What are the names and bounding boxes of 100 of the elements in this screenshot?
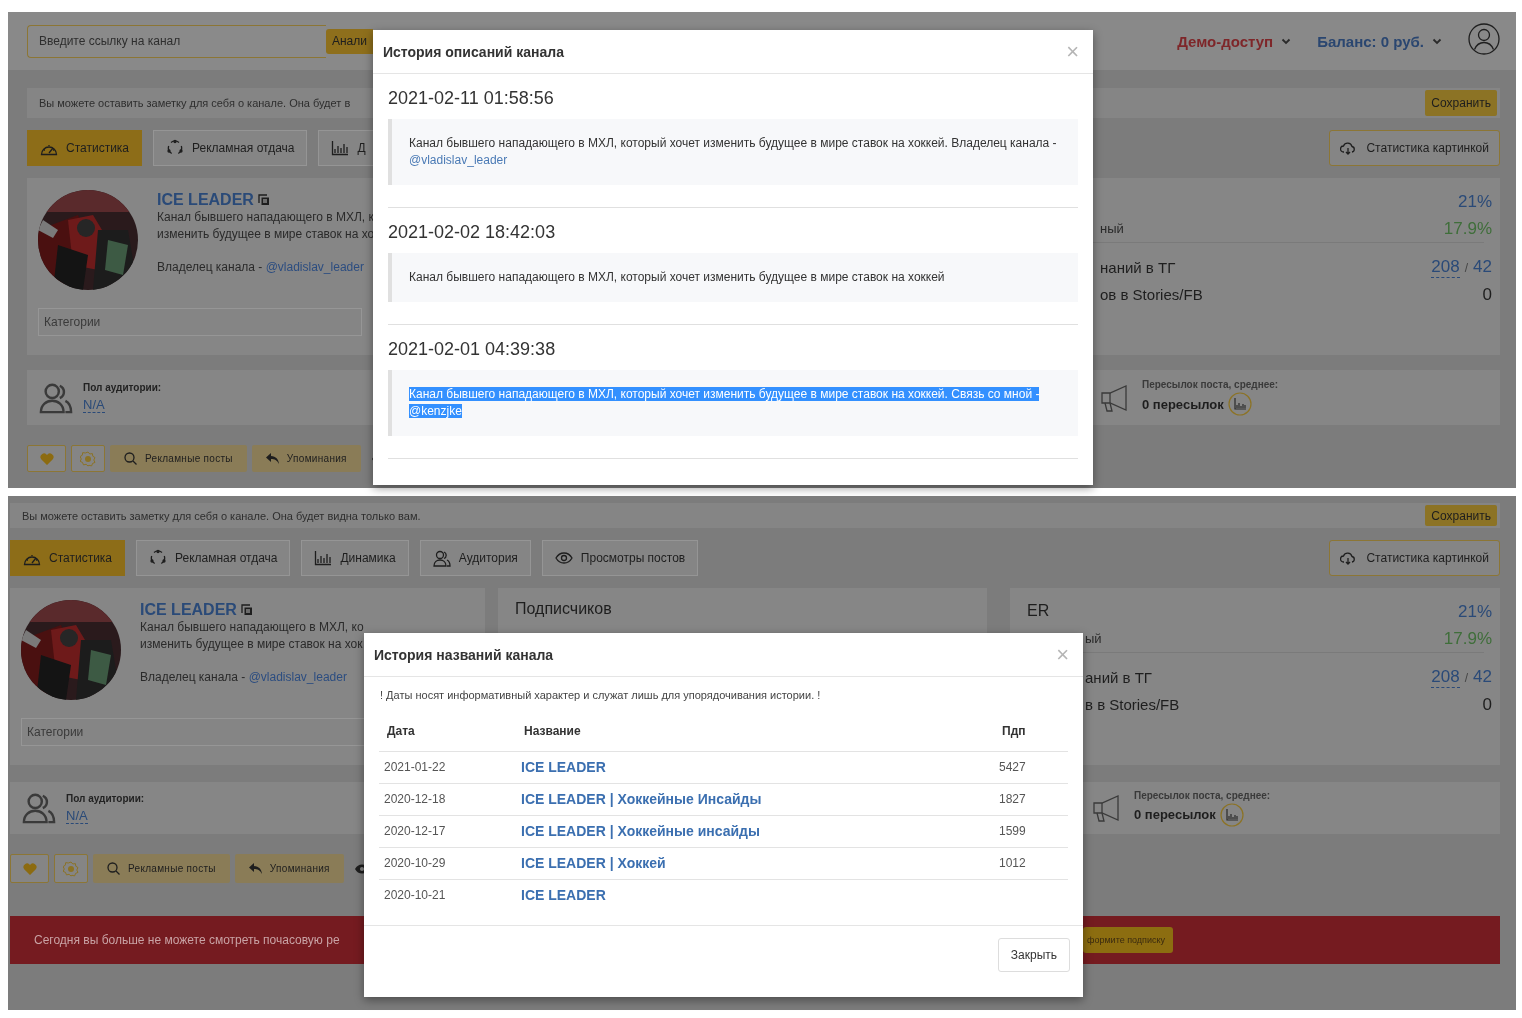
stat-value: 17.9% — [1443, 218, 1492, 239]
cycle-icon — [166, 139, 185, 157]
badge-icon — [63, 860, 79, 877]
channel-name-cell: ICE LEADER | Хоккейные инсайды — [516, 815, 994, 847]
entry-date: 2021-02-01 04:39:38 — [388, 339, 557, 360]
tab[interactable]: Статистика — [27, 130, 143, 166]
close-button[interactable]: × — [1054, 643, 1071, 666]
people-icon — [22, 792, 56, 824]
badge-button[interactable] — [71, 445, 105, 472]
note-field[interactable]: Вы можете оставить заметку для себя о канале. Она будет видна только вам. — [22, 509, 482, 522]
chart-icon — [331, 140, 350, 156]
reply-icon — [248, 863, 262, 874]
people-icon — [432, 549, 451, 567]
channel-name-cell: ICE LEADER | Хоккей — [516, 847, 994, 879]
table-cell: 2020-10-21 — [379, 879, 516, 911]
mentions-value[interactable]: 208 — [1431, 257, 1460, 278]
channel-name-cell: ICE LEADER — [516, 751, 994, 783]
search-icon — [124, 452, 137, 465]
chevron-down-icon — [1432, 37, 1442, 45]
audience-value[interactable]: N/A — [66, 807, 88, 824]
channel-description: Канал бывшего нападающего в МХЛ, ко — [140, 619, 364, 636]
info-note: ! Даты носят информативный характер и служат лишь для упорядочивания истории. ! — [380, 689, 822, 701]
description-quote: Канал бывшего нападающего в МХЛ, который хочет изменить будущее в мире ставок на хоккей — [388, 253, 1078, 302]
chart-icon — [314, 550, 333, 566]
forwards-value: 0 пересылок — [1134, 807, 1216, 822]
tab[interactable]: Аудитория — [419, 540, 531, 576]
heart-icon — [39, 452, 54, 465]
description-quote: Канал бывшего нападающего в МХЛ, который хочет изменить будущее в мире ставок на хоккей. Связь со мной - @kenzjke — [388, 370, 1078, 436]
channel-name: ICE LEADER — [140, 601, 237, 619]
modal-title: История названий канала — [374, 646, 554, 663]
categories-field[interactable]: Категории — [38, 308, 362, 336]
ad-posts-button[interactable]: Рекламные посты — [93, 854, 230, 883]
table-cell: 2021-01-22 — [379, 751, 516, 783]
image-stats-button[interactable]: Статистика картинкой — [1329, 540, 1500, 576]
stat-label: аний в ТГ — [1085, 669, 1152, 686]
link[interactable]: @kenzjke — [409, 404, 462, 418]
search-field[interactable]: Введите ссылку на канал — [27, 24, 326, 58]
link[interactable]: @vladislav_leader — [409, 153, 508, 167]
analyze-button[interactable]: Анали — [326, 28, 373, 54]
subscribe-button[interactable]: формите подписку — [1083, 927, 1174, 953]
owner-link[interactable]: @vladislav_leader — [265, 260, 364, 274]
table-cell: 1599 — [994, 815, 1068, 847]
chart-icon[interactable] — [1219, 802, 1244, 827]
save-button[interactable]: Сохранить — [1425, 90, 1497, 116]
stat-value: 0 — [1482, 694, 1492, 715]
column-header: Название — [516, 711, 994, 751]
stat-label: ный — [1100, 221, 1124, 236]
chevron-down-icon — [1281, 37, 1292, 45]
badge-icon — [80, 450, 96, 467]
reply-icon — [265, 453, 279, 464]
table-cell: 2020-12-18 — [379, 783, 516, 815]
ad-posts-button[interactable]: Рекламные посты — [110, 445, 247, 472]
channel-description: изменить будущее в мире ставок на хок — [140, 636, 364, 653]
tab[interactable]: Динамика — [301, 540, 409, 576]
entry-date: 2021-02-02 18:42:03 — [388, 222, 557, 243]
table-cell: 2020-12-17 — [379, 815, 516, 847]
modal-title: История описаний канала — [383, 43, 564, 60]
tab[interactable]: Рекламная отдача — [153, 130, 308, 166]
close-button[interactable]: × — [1064, 40, 1081, 63]
card-title: Подписчиков — [515, 600, 613, 618]
demo-access-menu[interactable]: Демо-доступ — [1177, 32, 1292, 50]
mentions-total: 42 — [1473, 257, 1492, 277]
stat-label: ый — [1085, 631, 1102, 646]
copy-icon — [240, 604, 253, 616]
copy-icon — [257, 194, 270, 206]
favorite-button[interactable] — [10, 854, 49, 883]
channel-name-cell: ICE LEADER — [516, 879, 994, 911]
owner-link[interactable]: @vladislav_leader — [248, 670, 347, 684]
balance-menu[interactable]: Баланс: 0 руб. — [1317, 32, 1442, 50]
cycle-icon — [149, 549, 168, 567]
table-cell: 1827 — [994, 783, 1068, 815]
card-title: ER — [1027, 602, 1050, 620]
separator: / — [1464, 671, 1469, 685]
er-value: 21% — [1457, 191, 1492, 212]
tab[interactable]: Просмотры постов — [541, 540, 699, 576]
cloud-download-icon — [1340, 141, 1357, 155]
audience-value[interactable]: N/A — [83, 397, 105, 413]
channel-name: ICE LEADER — [157, 191, 254, 209]
save-button[interactable]: Сохранить — [1425, 505, 1497, 526]
separator: / — [1464, 261, 1469, 275]
badge-button[interactable] — [54, 854, 88, 883]
owner-text: Владелец канала - @vladislav_leader — [157, 260, 365, 274]
mentions-value[interactable]: 208 — [1431, 667, 1460, 688]
description-quote: Канал бывшего нападающего в МХЛ, который хочет изменить будущее в мире ставок на хоккей. Владелец канала - @vladislav_leader — [388, 119, 1078, 185]
chart-icon[interactable] — [1227, 392, 1252, 416]
stat-value: 17.9% — [1443, 628, 1492, 649]
entry-date: 2021-02-11 01:58:56 — [388, 88, 555, 109]
close-button[interactable]: Закрыть — [997, 938, 1070, 972]
audience-label: Пол аудитории: — [83, 382, 162, 393]
channel-name-cell: ICE LEADER | Хоккейные Инсайды — [516, 783, 994, 815]
mentions-button[interactable]: Упоминания — [251, 445, 361, 472]
people-icon — [39, 381, 73, 414]
image-stats-button[interactable]: Статистика картинкой — [1329, 130, 1500, 166]
eye-icon — [554, 552, 573, 564]
tab[interactable]: Статистика — [10, 540, 126, 576]
search-icon — [107, 862, 120, 875]
tab[interactable]: Рекламная отдача — [136, 540, 291, 576]
favorite-button[interactable] — [27, 445, 66, 472]
audience-label: Пол аудитории: — [66, 792, 145, 804]
mentions-button[interactable]: Упоминания — [234, 854, 344, 883]
